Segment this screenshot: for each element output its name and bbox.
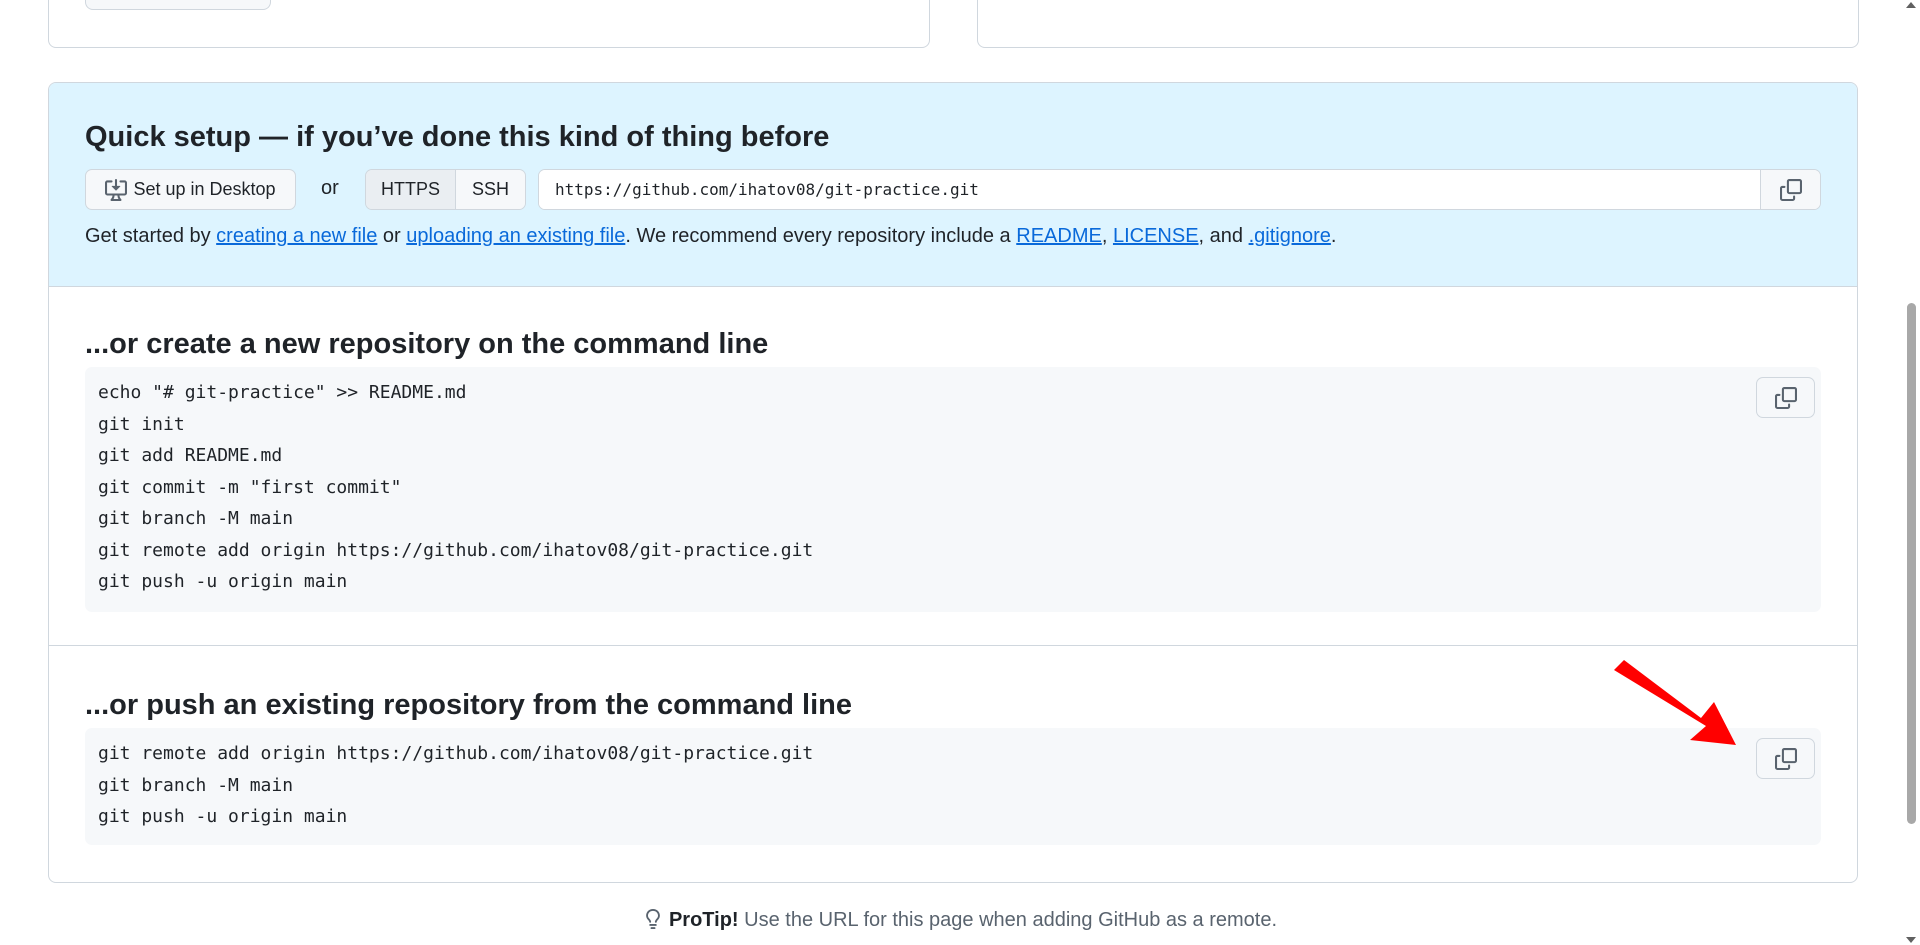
- create-new-repo-title: ...or create a new repository on the com…: [85, 328, 769, 360]
- setup-in-desktop-label: Set up in Desktop: [133, 179, 276, 199]
- upload-existing-file-link[interactable]: uploading an existing file: [406, 225, 625, 247]
- scroll-up-icon[interactable]: [1906, 2, 1916, 8]
- protip: ProTip! Use the URL for this page when a…: [0, 908, 1920, 932]
- code-line: git commit -m "first commit": [98, 476, 402, 498]
- ssh-toggle[interactable]: SSH: [456, 170, 525, 209]
- protip-label: ProTip!: [668, 909, 739, 931]
- quick-setup-title: Quick setup — if you’ve done this kind o…: [85, 121, 830, 153]
- code-line: git remote add origin https://github.com…: [98, 539, 814, 561]
- readme-link[interactable]: README: [1016, 225, 1102, 247]
- clone-url-group: [538, 169, 1821, 210]
- code-line: git push -u origin main: [98, 571, 348, 592]
- section-divider: [49, 645, 1857, 646]
- or-separator: or: [321, 177, 339, 199]
- red-arrow-annotation-icon: [1614, 660, 1736, 745]
- quick-setup-panel: Quick setup — if you’ve done this kind o…: [49, 83, 1857, 287]
- get-started-suffix: .: [1330, 225, 1337, 247]
- copy-icon: [1774, 386, 1797, 409]
- get-started-or: or: [377, 225, 407, 247]
- get-started-and: , and: [1198, 225, 1249, 247]
- code-line: git init: [98, 413, 185, 435]
- code-line: git remote add origin https://github.com…: [98, 743, 814, 764]
- license-link[interactable]: LICENSE: [1113, 225, 1199, 247]
- push-existing-repo-copy-button[interactable]: [1756, 738, 1815, 779]
- code-line: echo "# git-practice" >> README.md: [98, 382, 467, 403]
- light-bulb-icon: [646, 909, 660, 929]
- create-new-repo-copy-button[interactable]: [1756, 377, 1815, 418]
- desktop-download-icon: [105, 178, 128, 201]
- vertical-scrollbar[interactable]: [1903, 0, 1920, 945]
- create-new-file-link[interactable]: creating a new file: [216, 225, 377, 247]
- top-card-right: [977, 0, 1859, 48]
- copy-icon: [1774, 747, 1797, 770]
- push-existing-repo-title: ...or push an existing repository from t…: [85, 689, 853, 721]
- top-card-button[interactable]: [85, 0, 271, 10]
- scrollbar-thumb[interactable]: [1907, 303, 1916, 824]
- get-started-middle: . We recommend every repository include …: [625, 225, 1017, 247]
- copy-icon: [1779, 178, 1802, 201]
- https-toggle[interactable]: HTTPS: [366, 170, 456, 209]
- get-started-comma: ,: [1101, 225, 1113, 247]
- code-line: git branch -M main: [98, 508, 294, 529]
- push-existing-repo-code: git remote add origin https://github.com…: [85, 728, 1821, 845]
- code-line: git add README.md: [98, 445, 283, 466]
- protocol-selector: HTTPS SSH: [365, 169, 526, 210]
- get-started-prefix: Get started by: [85, 225, 217, 247]
- empty-repo-setup-box: Quick setup — if you’ve done this kind o…: [48, 82, 1858, 883]
- clone-url-input[interactable]: [539, 170, 1760, 209]
- setup-in-desktop-button[interactable]: Set up in Desktop: [85, 169, 296, 210]
- create-new-repo-code: echo "# git-practice" >> README.md git i…: [85, 367, 1821, 612]
- top-card-left: [48, 0, 930, 48]
- clone-url-copy-button[interactable]: [1760, 170, 1820, 209]
- protip-text: Use the URL for this page when adding Gi…: [738, 909, 1278, 931]
- gitignore-link[interactable]: .gitignore: [1249, 225, 1331, 247]
- code-line: git branch -M main: [98, 774, 294, 796]
- code-line: git push -u origin main: [98, 806, 348, 827]
- scroll-down-icon[interactable]: [1906, 937, 1916, 943]
- get-started-text: Get started by creating a new file or up…: [85, 225, 1336, 248]
